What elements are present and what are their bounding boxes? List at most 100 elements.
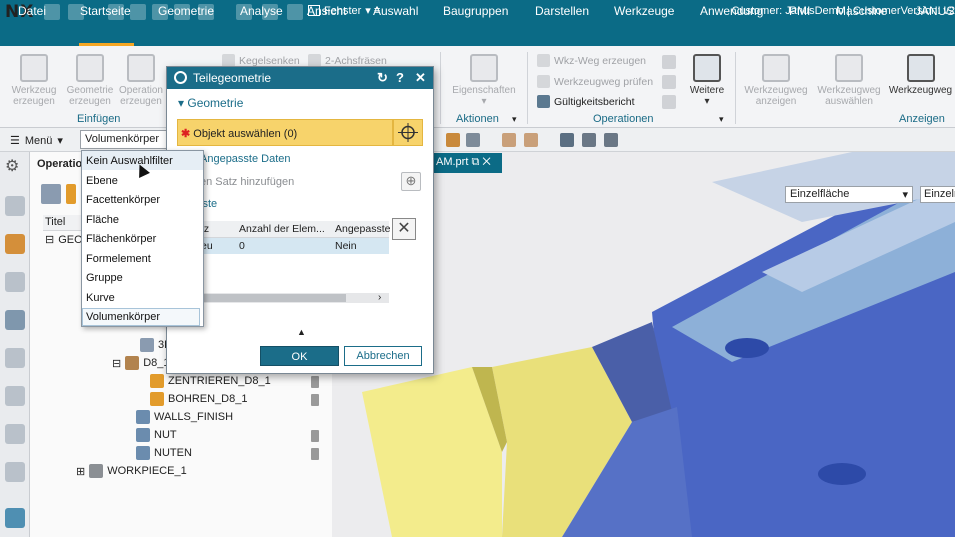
- tab-auswahl[interactable]: Auswahl: [373, 4, 418, 18]
- tab-baugruppen[interactable]: Baugruppen: [443, 4, 508, 18]
- window-switch-icon[interactable]: [287, 4, 303, 20]
- tab-anwendung[interactable]: Anwendung: [700, 4, 763, 18]
- add-set-button[interactable]: ⊕: [401, 172, 421, 191]
- column-header-custom[interactable]: Angepasste: [335, 223, 390, 235]
- web-browser-icon[interactable]: [5, 508, 25, 528]
- cube-icon[interactable]: [524, 133, 538, 147]
- tab-startseite[interactable]: Startseite: [80, 4, 131, 18]
- verify-toolpath-button[interactable]: Werkzeugweg prüfen: [537, 75, 653, 88]
- group-label-aktionen: Aktionen: [456, 113, 499, 125]
- curve-rule-select[interactable]: Einzeln: [920, 186, 955, 203]
- horizontal-scrollbar[interactable]: [199, 293, 389, 303]
- chevron-right-icon[interactable]: ›: [378, 292, 381, 303]
- workpiece-icon: [89, 464, 104, 478]
- cursor-icon[interactable]: [466, 133, 480, 147]
- op-extra-icon[interactable]: [662, 75, 676, 89]
- reuse-library-icon[interactable]: [5, 424, 25, 444]
- box-icon[interactable]: [502, 133, 516, 147]
- machine-tool-navigator-icon[interactable]: [5, 348, 25, 368]
- chevron-down-icon[interactable]: ▾: [719, 114, 724, 125]
- filter-option-face[interactable]: Fläche: [86, 214, 119, 226]
- filter-option-sheet-body[interactable]: Flächenkörper: [86, 233, 156, 245]
- custom-data-section[interactable]: Angepasste Daten: [200, 153, 291, 165]
- menu-button[interactable]: ☰ Menü ▾: [10, 134, 63, 148]
- op-extra-icon[interactable]: [662, 95, 676, 109]
- chevron-up-icon[interactable]: ▲: [297, 327, 306, 337]
- face-rule-select[interactable]: Einzelfläche ▾: [785, 186, 913, 203]
- tool-view-icon[interactable]: [66, 184, 76, 204]
- tree-row[interactable]: WALLS_FINISH: [136, 410, 233, 424]
- tree-row[interactable]: NUT: [136, 428, 177, 442]
- filter-option-facet-body[interactable]: Facettenkörper: [86, 194, 160, 206]
- tab-maschine[interactable]: Maschine: [836, 4, 887, 18]
- select-toolpath-button[interactable]: Werkzeugweg auswählen: [814, 52, 884, 112]
- constraint-navigator-icon[interactable]: [5, 272, 25, 292]
- hide-toolpath-icon[interactable]: [604, 133, 618, 147]
- create-geometry-button[interactable]: Geometrie erzeugen: [60, 52, 120, 112]
- validity-report-button[interactable]: Gültigkeitsbericht: [537, 95, 635, 108]
- tab-darstellen[interactable]: Darstellen: [535, 4, 589, 18]
- report-icon: [537, 95, 550, 108]
- filter-option-group[interactable]: Gruppe: [86, 272, 123, 284]
- assembly-navigator-icon[interactable]: [5, 234, 25, 254]
- tab-analyse[interactable]: Analyse: [240, 4, 283, 18]
- history-icon[interactable]: [5, 462, 25, 482]
- ok-button[interactable]: OK: [260, 346, 339, 366]
- table-row[interactable]: eu 0 Nein: [199, 238, 389, 254]
- toolpath-button[interactable]: Werkzeugweg: [886, 52, 955, 112]
- save-icon[interactable]: [44, 4, 60, 20]
- tree-row[interactable]: ⊟ D8_1: [112, 356, 170, 370]
- tab-werkzeuge[interactable]: Werkzeuge: [614, 4, 674, 18]
- tab-ansicht[interactable]: Ansicht: [307, 4, 346, 18]
- copy-icon[interactable]: [130, 4, 146, 20]
- tree-row[interactable]: BOHREN_D8_1: [150, 392, 247, 406]
- toolpath-verify-icon: [537, 75, 550, 88]
- remove-set-button[interactable]: ✕: [392, 218, 416, 240]
- view-toolpath-icon[interactable]: [582, 133, 596, 147]
- program-view-icon[interactable]: [41, 184, 61, 204]
- machining-feature-icon[interactable]: [5, 386, 25, 406]
- scrollbar-thumb[interactable]: [199, 294, 346, 302]
- status-flag-icon: [311, 394, 319, 406]
- tab-pmi[interactable]: PMI: [789, 4, 810, 18]
- part-navigator-icon[interactable]: [5, 196, 25, 216]
- type-filter-select[interactable]: Volumenkörper: [80, 130, 170, 149]
- close-icon[interactable]: ✕: [482, 156, 490, 168]
- operation-navigator-icon[interactable]: [5, 310, 25, 330]
- tab-datei[interactable]: Datei: [18, 4, 46, 18]
- filter-option-curve[interactable]: Kurve: [86, 292, 115, 304]
- show-toolpath-button[interactable]: Werkzeugweg anzeigen: [742, 52, 810, 112]
- snap-point-icon[interactable]: [446, 133, 460, 147]
- tab-janus[interactable]: JANUS: [915, 4, 954, 18]
- tree-row[interactable]: NUTEN: [136, 446, 192, 460]
- drill-operation-icon: [150, 374, 164, 388]
- filter-option-none[interactable]: Kein Auswahlfilter: [86, 155, 173, 167]
- select-object-button[interactable]: [393, 119, 423, 146]
- filter-option-plane[interactable]: Ebene: [86, 175, 118, 187]
- part-file-tab[interactable]: AM.prt ⧉ ✕: [432, 153, 502, 173]
- section-geometry[interactable]: ▾ Geometrie: [178, 96, 243, 110]
- filter-option-feature[interactable]: Formelement: [86, 253, 151, 265]
- column-header-count[interactable]: Anzahl der Elem...: [239, 223, 325, 235]
- mcs-icon[interactable]: [560, 133, 574, 147]
- create-tool-button[interactable]: Werkzeug erzeugen: [4, 52, 64, 112]
- close-icon[interactable]: ✕: [415, 70, 426, 86]
- chevron-down-icon: ▾: [57, 135, 63, 147]
- properties-button[interactable]: Eigenschaften ▾: [450, 52, 518, 112]
- more-button[interactable]: Weitere ▾: [682, 52, 732, 112]
- toolpath-icon: [906, 54, 935, 82]
- filter-option-solid-body[interactable]: Volumenkörper: [86, 311, 160, 323]
- tree-row[interactable]: ⊞ WORKPIECE_1: [76, 464, 187, 478]
- op-extra-icon[interactable]: [662, 55, 676, 69]
- settings-gear-icon[interactable]: ⚙: [5, 156, 25, 176]
- help-icon[interactable]: ?: [396, 70, 404, 85]
- create-operation-button[interactable]: Operation erzeugen: [116, 52, 166, 112]
- generate-toolpath-button[interactable]: Wkz-Weg erzeugen: [537, 54, 646, 67]
- cancel-button[interactable]: Abbrechen: [344, 346, 422, 366]
- reset-icon[interactable]: ↻: [377, 70, 388, 86]
- dialog-title-bar[interactable]: Teilegeometrie ↻ ? ✕: [167, 67, 433, 89]
- chevron-down-icon[interactable]: ▾: [512, 114, 517, 125]
- tree-row[interactable]: ZENTRIEREN_D8_1: [150, 374, 271, 388]
- tab-geometrie[interactable]: Geometrie: [158, 4, 214, 18]
- popout-icon[interactable]: ⧉: [471, 156, 479, 168]
